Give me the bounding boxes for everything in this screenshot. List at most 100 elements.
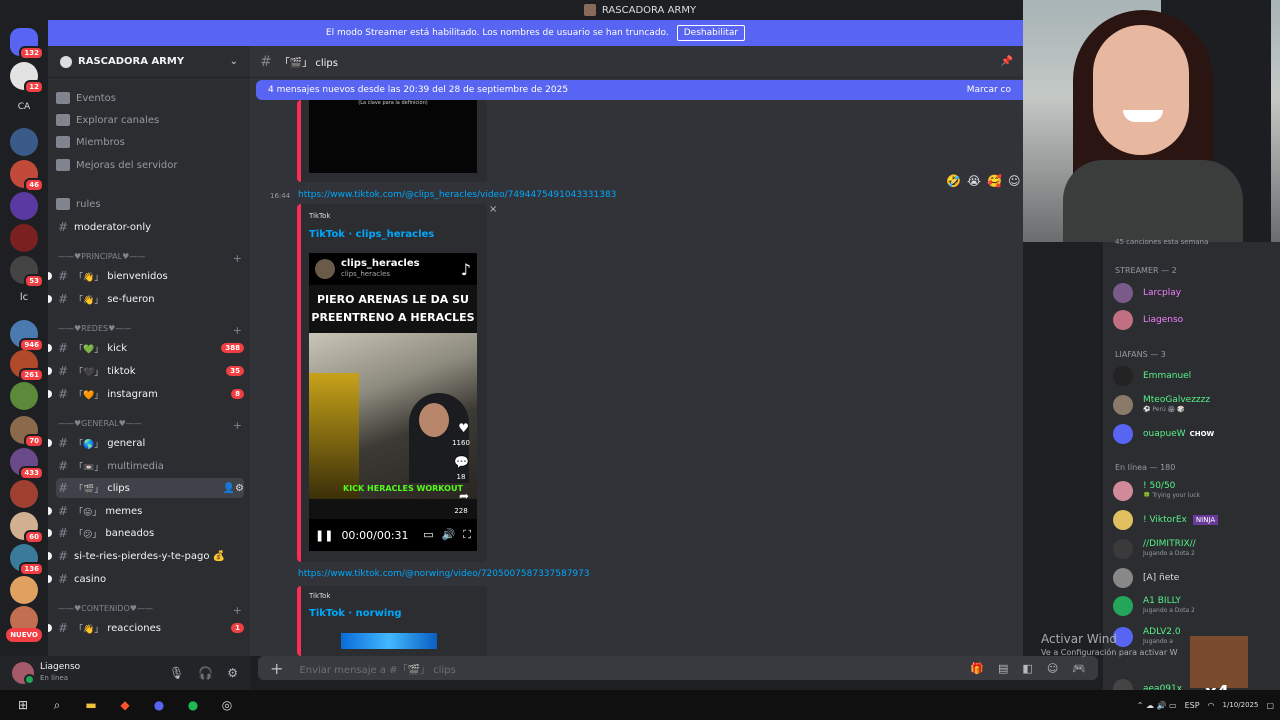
headphones-icon[interactable]: 🎧 xyxy=(198,666,213,680)
channel-clips[interactable]: # 「🎬」 clips 👤⚙ xyxy=(56,478,244,498)
pin-icon[interactable]: 📌 xyxy=(1001,56,1013,67)
sidebar-item-explorar[interactable]: Explorar canales xyxy=(56,110,244,130)
message-input[interactable]: Enviar mensaje a #「🎬」 clips xyxy=(299,661,455,676)
member-item[interactable]: //DIMITRIX//Jugando a Dota 2 xyxy=(1113,538,1196,560)
sidebar-item-mejoras[interactable]: Mejoras del servidor xyxy=(56,155,244,175)
emoji-icon[interactable]: ☺ xyxy=(1047,662,1058,675)
category-contenido[interactable]: ——♥CONTENIDO♥—— + xyxy=(58,604,242,617)
apps-icon[interactable]: 🎮 xyxy=(1072,662,1086,675)
plus-icon[interactable]: + xyxy=(233,419,242,432)
tray-icons[interactable]: ⌃ ☁ 🔊 ▭ xyxy=(1137,701,1177,710)
mark-read-button[interactable]: Marcar co xyxy=(967,85,1011,95)
channel-reacciones[interactable]: # 「👋」 reacciones 1 xyxy=(48,618,244,638)
channel-moderator-only[interactable]: # moderator-only xyxy=(56,217,244,237)
message-link[interactable]: https://www.tiktok.com/@norwing/video/72… xyxy=(298,569,590,579)
sidebar-item-eventos[interactable]: Eventos xyxy=(56,88,244,108)
search-icon[interactable]: ⌕ xyxy=(40,690,74,720)
member-item[interactable]: ouapueW CHOW xyxy=(1113,423,1214,445)
love-emoji-icon[interactable]: 🥰 xyxy=(987,174,1002,188)
new-messages-bar[interactable]: 4 mensajes nuevos desde las 20:39 del 28… xyxy=(256,80,1023,100)
channel-instagram[interactable]: # 「🧡」 instagram 8 xyxy=(48,384,244,404)
clock[interactable]: 1/10/2025 xyxy=(1223,701,1259,710)
embed-video-previous[interactable]: (La clave para la definición) xyxy=(309,100,477,173)
channel-si-te-ries[interactable]: # si-te-ries-pierdes-y-te-pago 💰 xyxy=(48,546,244,566)
gift-icon[interactable]: 🎁 xyxy=(970,662,984,675)
gif-icon[interactable]: ▤ xyxy=(998,662,1008,675)
member-item[interactable]: MteoGalvezzzz ⚽ Perú 🏟 🎲 xyxy=(1113,394,1210,416)
spotify-icon[interactable]: ● xyxy=(176,690,210,720)
server-ca[interactable]: CA xyxy=(0,102,48,112)
gear-icon[interactable]: ⚙ xyxy=(227,666,238,680)
discord-home-icon[interactable]: 132 xyxy=(10,28,44,60)
channel-kick[interactable]: # 「💚」 kick 388 xyxy=(48,338,244,358)
wifi-icon[interactable]: ◠ xyxy=(1208,701,1215,710)
server-list[interactable]: 132 12 CA 46 53 lc 946 261 70 433 60 136 xyxy=(0,20,48,690)
language-indicator[interactable]: ESP xyxy=(1185,701,1200,710)
video-player[interactable]: clips_heracles clips_heracles ♪ PIERO ARE… xyxy=(309,253,477,551)
server-icon[interactable]: 60 xyxy=(10,512,44,544)
message-hover-reactions[interactable]: 🤣 😭 🥰 ☺ xyxy=(946,174,1020,188)
channel-rules[interactable]: rules xyxy=(56,194,244,214)
notifications-icon[interactable]: ▢ xyxy=(1266,701,1274,710)
category-principal[interactable]: ——♥PRINCIPAL♥—— + xyxy=(58,252,242,265)
server-icon[interactable]: 946 xyxy=(10,320,44,352)
server-icon[interactable] xyxy=(10,128,38,156)
channel-tiktok[interactable]: # 「🖤」 tiktok 35 xyxy=(48,361,244,381)
channel-memes[interactable]: # 「😛」 memes xyxy=(48,501,244,521)
channel-multimedia[interactable]: # 「📼」 multimedia xyxy=(56,456,244,476)
server-icon[interactable] xyxy=(10,576,38,604)
video-thumbnail[interactable] xyxy=(341,633,437,649)
plus-icon[interactable]: + xyxy=(233,252,242,265)
category-redes[interactable]: ——♥REDES♥—— + xyxy=(58,324,242,337)
server-icon[interactable]: 46 xyxy=(10,160,44,192)
avatar[interactable] xyxy=(12,662,35,685)
plus-icon[interactable]: + xyxy=(233,604,242,617)
channel-casino[interactable]: # casino xyxy=(48,569,244,589)
member-item[interactable]: Emmanuel xyxy=(1113,365,1191,387)
member-item[interactable]: aea091x xyxy=(1113,678,1182,690)
message-composer[interactable]: + Enviar mensaje a #「🎬」 clips 🎁 ▤ ◧ ☺ 🎮 xyxy=(258,656,1098,680)
plus-icon[interactable]: + xyxy=(270,659,283,678)
volume-icon[interactable]: 🔊 xyxy=(442,528,456,542)
obs-icon[interactable]: ◎ xyxy=(210,690,244,720)
embed-author[interactable]: TikTok · clips_heracles xyxy=(309,229,434,240)
server-icon[interactable] xyxy=(10,192,38,220)
server-icon[interactable] xyxy=(10,382,38,410)
server-icon[interactable]: 12 xyxy=(10,62,44,94)
server-icon[interactable]: 136 xyxy=(10,544,44,576)
message-link[interactable]: https://www.tiktok.com/@clips_heracles/v… xyxy=(298,190,616,200)
channel-se-fueron[interactable]: # 「👋」 se-fueron xyxy=(48,289,244,309)
plus-icon[interactable]: + xyxy=(233,324,242,337)
disable-streamer-button[interactable]: Deshabilitar xyxy=(676,25,746,41)
discord-app-icon[interactable]: ● xyxy=(142,690,176,720)
server-icon[interactable] xyxy=(10,480,38,508)
member-item[interactable]: Liagenso xyxy=(1113,309,1183,331)
captions-icon[interactable]: ▭ xyxy=(423,528,433,542)
windows-start-icon[interactable]: ⊞ xyxy=(6,690,40,720)
server-lc[interactable]: lc xyxy=(0,292,48,303)
server-icon[interactable]: 53 xyxy=(10,256,44,288)
member-item[interactable]: ADLV2.0 Jugando a xyxy=(1113,626,1181,648)
cry-emoji-icon[interactable]: 😭 xyxy=(967,174,981,188)
microphone-icon[interactable]: 🎙 xyxy=(169,666,184,680)
channel-baneados[interactable]: # 「😕」 baneados xyxy=(48,523,244,543)
add-reaction-icon[interactable]: ☺ xyxy=(1008,174,1021,188)
sidebar-item-miembros[interactable]: Miembros xyxy=(56,132,244,152)
user-panel[interactable]: Liagenso En línea 🎙 🎧 ⚙ xyxy=(0,656,250,690)
channel-general[interactable]: # 「🌎」 general xyxy=(48,433,244,453)
laugh-emoji-icon[interactable]: 🤣 xyxy=(946,174,961,188)
member-item[interactable]: ! 50/50 🍀 Trying your luck xyxy=(1113,480,1200,502)
server-icon[interactable] xyxy=(10,224,38,252)
channel-bienvenidos[interactable]: # 「👋」 bienvenidos xyxy=(48,266,244,286)
member-item[interactable]: [A] ñete xyxy=(1113,567,1179,589)
fullscreen-icon[interactable]: ⛶ xyxy=(463,528,471,542)
server-icon[interactable]: 433 xyxy=(10,448,44,480)
embed-author[interactable]: TikTok · norwing xyxy=(309,608,402,619)
member-item[interactable]: A1 BILLY Jugando a Dota 2 xyxy=(1113,595,1195,617)
server-header[interactable]: RASCADORA ARMY ⌄ xyxy=(48,46,250,78)
server-icon[interactable]: 261 xyxy=(10,350,44,382)
pause-icon[interactable]: ❚❚ xyxy=(315,529,333,542)
member-item[interactable]: ! ViktorEx NINJA xyxy=(1113,509,1219,531)
sticker-icon[interactable]: ◧ xyxy=(1022,662,1032,675)
category-general[interactable]: ——♥GENERAL♥—— + xyxy=(58,419,242,432)
